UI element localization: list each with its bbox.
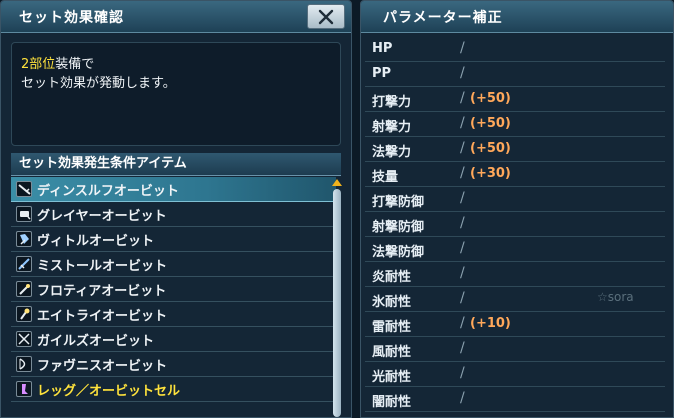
condition-item-row[interactable]: ファヴニスオービット [11,352,336,377]
parameter-row: 闇耐性 / [365,387,665,412]
parameter-label: PP [372,66,392,81]
knuckle-icon [16,256,32,272]
parameter-row: HP / [365,37,665,62]
close-icon [318,9,334,24]
leg-unit-icon [16,381,32,397]
condition-item-row[interactable]: エイトライオービット [11,302,336,327]
item-list-scrollbar[interactable] [331,179,343,417]
parameter-label: HP [372,41,393,56]
description-line-2: セット効果が発動します。 [21,76,176,91]
parameter-bonus-value: (+50) [470,116,511,131]
set-effect-title: セット効果確認 [19,10,124,26]
parameter-header: パラメーター補正 [361,1,673,33]
parameter-bonus-value: (+10) [470,316,511,331]
parameter-separator: / [460,265,465,281]
set-effect-description: 2部位装備で セット効果が発動します。 [11,42,341,146]
set-effect-header: セット効果確認 [1,1,351,33]
parameter-row: 打撃防御 / [365,187,665,212]
parameter-row: 雷耐性 / (+10) [365,312,665,337]
parameter-row: PP / [365,62,665,87]
condition-items-list: ディンスルフオービット グレイヤーオービット ヴィトルオービット ミストールオービット… [11,177,341,418]
scroll-up-arrow-icon[interactable] [332,179,342,186]
condition-item-name: ディンスルフオービット [37,183,179,199]
parameter-separator: / [460,215,465,231]
parameter-label: 風耐性 [372,345,412,360]
parameter-title: パラメーター補正 [383,10,503,26]
condition-items-header: セット効果発生条件アイテム [11,153,341,176]
scroll-thumb[interactable] [333,189,341,417]
set-effect-panel: セット効果確認 2部位装備で セット効果が発動します。 セット効果発生条件アイテ… [0,0,352,418]
parameter-row: 炎耐性 / [365,262,665,287]
talis-icon [16,231,32,247]
parameter-row: 光耐性 / [365,362,665,387]
rifle-icon [16,181,32,197]
condition-item-row[interactable]: ヴィトルオービット [11,227,336,252]
bow-icon [16,356,32,372]
parameter-separator: / [460,340,465,356]
parameter-row: 射撃防御 / [365,212,665,237]
parameter-label: 打撃防御 [372,195,425,210]
parameter-row: 射撃力 / (+50) [365,112,665,137]
condition-item-row[interactable]: ミストールオービット [11,252,336,277]
watermark: ☆sora [597,290,634,304]
parameter-panel: パラメーター補正 HP / PP / 打撃力 / (+50) 射撃力 / (+50) 法撃力 / (+5… [360,0,674,418]
condition-item-row[interactable]: レッグ／オービットセル [11,377,336,402]
parameter-separator: / [460,365,465,381]
parameter-row: 技量 / (+30) [365,162,665,187]
parts-required: 2部位 [21,57,56,72]
parameter-bonus-value: (+50) [470,91,511,106]
parameter-label: 射撃力 [372,120,412,135]
parameter-separator: / [460,390,465,406]
condition-item-row[interactable]: グレイヤーオービット [11,202,336,227]
parameter-row: 風耐性 / [365,337,665,362]
condition-item-row[interactable]: フロティアオービット [11,277,336,302]
condition-item-row[interactable]: ディンスルフオービット [11,177,336,202]
parameter-label: 闇耐性 [372,395,412,410]
parameter-row: 法撃防御 / [365,237,665,262]
parameter-label: 技量 [372,170,399,185]
parameter-separator: / [460,115,465,131]
parameter-row: 法撃力 / (+50) [365,137,665,162]
parameter-label: 光耐性 [372,370,412,385]
parameter-label: 雷耐性 [372,320,412,335]
condition-item-name: ヴィトルオービット [37,233,155,249]
parameter-label: 法撃防御 [372,245,425,260]
condition-item-name: グレイヤーオービット [37,208,167,224]
parameter-separator: / [460,315,465,331]
parameter-separator: / [460,165,465,181]
wand-icon [16,306,32,322]
parameter-separator: / [460,140,465,156]
close-button[interactable] [307,4,345,29]
parameter-label: 打撃力 [372,95,412,110]
parameter-bonus-value: (+50) [470,141,511,156]
condition-item-name: レッグ／オービットセル [37,383,181,399]
parameter-separator: / [460,240,465,256]
parameter-label: 法撃力 [372,145,412,160]
parameter-label: 氷耐性 [372,295,412,310]
condition-item-name: ファヴニスオービット [37,358,168,374]
description-line-1-rest: 装備で [55,57,95,72]
condition-item-row[interactable]: ガイルズオービット [11,327,336,352]
parameter-separator: / [460,90,465,106]
condition-item-name: ミストールオービット [37,258,168,274]
parameter-label: 炎耐性 [372,270,412,285]
parameter-separator: / [460,65,465,81]
description-line-1: 2部位装備で [21,55,331,74]
parameter-separator: / [460,40,465,56]
parameter-row: 打撃力 / (+50) [365,87,665,112]
condition-item-name: ガイルズオービット [37,333,155,349]
condition-item-name: フロティアオービット [37,283,167,299]
launcher-icon [16,206,32,222]
parameter-separator: / [460,290,465,306]
twin-daggers-icon [16,331,32,347]
parameter-bonus-value: (+30) [470,166,511,181]
parameter-separator: / [460,190,465,206]
parameter-label: 射撃防御 [372,220,425,235]
condition-item-name: エイトライオービット [37,308,168,324]
rod-icon [16,281,32,297]
